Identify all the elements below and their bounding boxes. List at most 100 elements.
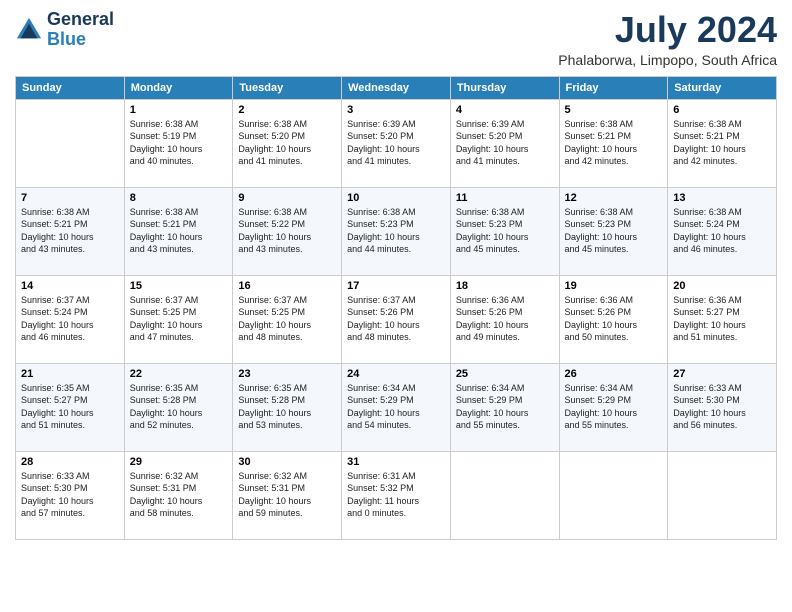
day-info: Sunrise: 6:38 AM Sunset: 5:21 PM Dayligh… — [565, 118, 663, 168]
day-info: Sunrise: 6:32 AM Sunset: 5:31 PM Dayligh… — [130, 470, 228, 520]
calendar-cell: 15 Sunrise: 6:37 AM Sunset: 5:25 PM Dayli… — [124, 275, 233, 363]
day-info: Sunrise: 6:38 AM Sunset: 5:22 PM Dayligh… — [238, 206, 336, 256]
day-number: 9 — [238, 192, 336, 204]
calendar-cell: 5 Sunrise: 6:38 AM Sunset: 5:21 PM Daylig… — [559, 99, 668, 187]
day-number: 4 — [456, 104, 554, 116]
title-block: July 2024 Phalaborwa, Limpopo, South Afr… — [558, 10, 777, 68]
calendar-cell: 29 Sunrise: 6:32 AM Sunset: 5:31 PM Dayli… — [124, 451, 233, 539]
calendar-cell: 2 Sunrise: 6:38 AM Sunset: 5:20 PM Daylig… — [233, 99, 342, 187]
day-info: Sunrise: 6:38 AM Sunset: 5:24 PM Dayligh… — [673, 206, 771, 256]
day-number: 19 — [565, 280, 663, 292]
calendar-cell: 23 Sunrise: 6:35 AM Sunset: 5:28 PM Dayli… — [233, 363, 342, 451]
calendar-cell: 28 Sunrise: 6:33 AM Sunset: 5:30 PM Dayli… — [16, 451, 125, 539]
calendar-cell: 14 Sunrise: 6:37 AM Sunset: 5:24 PM Dayli… — [16, 275, 125, 363]
day-info: Sunrise: 6:38 AM Sunset: 5:20 PM Dayligh… — [238, 118, 336, 168]
day-info: Sunrise: 6:38 AM Sunset: 5:21 PM Dayligh… — [21, 206, 119, 256]
calendar-cell: 4 Sunrise: 6:39 AM Sunset: 5:20 PM Daylig… — [450, 99, 559, 187]
day-number: 12 — [565, 192, 663, 204]
day-info: Sunrise: 6:38 AM Sunset: 5:21 PM Dayligh… — [130, 206, 228, 256]
day-number: 23 — [238, 368, 336, 380]
calendar-cell — [559, 451, 668, 539]
day-number: 29 — [130, 456, 228, 468]
day-number: 18 — [456, 280, 554, 292]
day-info: Sunrise: 6:38 AM Sunset: 5:23 PM Dayligh… — [347, 206, 445, 256]
day-info: Sunrise: 6:37 AM Sunset: 5:25 PM Dayligh… — [238, 294, 336, 344]
day-info: Sunrise: 6:38 AM Sunset: 5:21 PM Dayligh… — [673, 118, 771, 168]
calendar-cell: 22 Sunrise: 6:35 AM Sunset: 5:28 PM Dayli… — [124, 363, 233, 451]
logo-icon — [15, 16, 43, 44]
calendar-cell — [16, 99, 125, 187]
day-info: Sunrise: 6:38 AM Sunset: 5:23 PM Dayligh… — [565, 206, 663, 256]
calendar-cell: 11 Sunrise: 6:38 AM Sunset: 5:23 PM Dayli… — [450, 187, 559, 275]
day-number: 30 — [238, 456, 336, 468]
day-info: Sunrise: 6:38 AM Sunset: 5:23 PM Dayligh… — [456, 206, 554, 256]
calendar-cell: 16 Sunrise: 6:37 AM Sunset: 5:25 PM Dayli… — [233, 275, 342, 363]
day-info: Sunrise: 6:31 AM Sunset: 5:32 PM Dayligh… — [347, 470, 445, 520]
logo-text: General Blue — [47, 10, 114, 50]
day-number: 5 — [565, 104, 663, 116]
day-info: Sunrise: 6:37 AM Sunset: 5:25 PM Dayligh… — [130, 294, 228, 344]
weekday-header-saturday: Saturday — [668, 76, 777, 99]
weekday-header-sunday: Sunday — [16, 76, 125, 99]
day-number: 11 — [456, 192, 554, 204]
calendar-cell — [450, 451, 559, 539]
calendar-cell — [668, 451, 777, 539]
logo: General Blue — [15, 10, 114, 50]
location: Phalaborwa, Limpopo, South Africa — [558, 52, 777, 68]
day-info: Sunrise: 6:32 AM Sunset: 5:31 PM Dayligh… — [238, 470, 336, 520]
calendar-cell: 8 Sunrise: 6:38 AM Sunset: 5:21 PM Daylig… — [124, 187, 233, 275]
calendar-cell: 13 Sunrise: 6:38 AM Sunset: 5:24 PM Dayli… — [668, 187, 777, 275]
calendar-cell: 20 Sunrise: 6:36 AM Sunset: 5:27 PM Dayli… — [668, 275, 777, 363]
day-info: Sunrise: 6:39 AM Sunset: 5:20 PM Dayligh… — [347, 118, 445, 168]
weekday-header-monday: Monday — [124, 76, 233, 99]
calendar-cell: 1Sunrise: 6:38 AM Sunset: 5:19 PM Daylig… — [124, 99, 233, 187]
day-info: Sunrise: 6:34 AM Sunset: 5:29 PM Dayligh… — [347, 382, 445, 432]
day-number: 3 — [347, 104, 445, 116]
day-number: 16 — [238, 280, 336, 292]
day-info: Sunrise: 6:35 AM Sunset: 5:28 PM Dayligh… — [130, 382, 228, 432]
day-info: Sunrise: 6:35 AM Sunset: 5:27 PM Dayligh… — [21, 382, 119, 432]
day-info: Sunrise: 6:36 AM Sunset: 5:26 PM Dayligh… — [565, 294, 663, 344]
day-number: 7 — [21, 192, 119, 204]
weekday-header-thursday: Thursday — [450, 76, 559, 99]
day-number: 25 — [456, 368, 554, 380]
day-number: 10 — [347, 192, 445, 204]
calendar-cell: 31 Sunrise: 6:31 AM Sunset: 5:32 PM Dayli… — [342, 451, 451, 539]
day-info: Sunrise: 6:39 AM Sunset: 5:20 PM Dayligh… — [456, 118, 554, 168]
day-info: Sunrise: 6:35 AM Sunset: 5:28 PM Dayligh… — [238, 382, 336, 432]
calendar-cell: 19 Sunrise: 6:36 AM Sunset: 5:26 PM Dayli… — [559, 275, 668, 363]
day-number: 21 — [21, 368, 119, 380]
day-info: Sunrise: 6:38 AM Sunset: 5:19 PM Dayligh… — [130, 118, 228, 168]
calendar-cell: 26Sunrise: 6:34 AM Sunset: 5:29 PM Dayli… — [559, 363, 668, 451]
calendar-cell: 17 Sunrise: 6:37 AM Sunset: 5:26 PM Dayli… — [342, 275, 451, 363]
calendar-cell: 30 Sunrise: 6:32 AM Sunset: 5:31 PM Dayli… — [233, 451, 342, 539]
calendar-cell: 21 Sunrise: 6:35 AM Sunset: 5:27 PM Dayli… — [16, 363, 125, 451]
calendar-cell: 25 Sunrise: 6:34 AM Sunset: 5:29 PM Dayli… — [450, 363, 559, 451]
day-number: 28 — [21, 456, 119, 468]
day-number: 26 — [565, 368, 663, 380]
day-number: 20 — [673, 280, 771, 292]
weekday-header-wednesday: Wednesday — [342, 76, 451, 99]
day-info: Sunrise: 6:36 AM Sunset: 5:26 PM Dayligh… — [456, 294, 554, 344]
day-number: 14 — [21, 280, 119, 292]
calendar-cell: 24 Sunrise: 6:34 AM Sunset: 5:29 PM Dayli… — [342, 363, 451, 451]
day-info: Sunrise: 6:34 AM Sunset: 5:29 PM Dayligh… — [456, 382, 554, 432]
day-number: 31 — [347, 456, 445, 468]
day-info: Sunrise: 6:36 AM Sunset: 5:27 PM Dayligh… — [673, 294, 771, 344]
day-info: Sunrise: 6:33 AM Sunset: 5:30 PM Dayligh… — [21, 470, 119, 520]
calendar-cell: 9 Sunrise: 6:38 AM Sunset: 5:22 PM Daylig… — [233, 187, 342, 275]
day-number: 27 — [673, 368, 771, 380]
day-number: 13 — [673, 192, 771, 204]
day-number: 17 — [347, 280, 445, 292]
calendar-cell: 27Sunrise: 6:33 AM Sunset: 5:30 PM Dayli… — [668, 363, 777, 451]
day-number: 15 — [130, 280, 228, 292]
day-number: 22 — [130, 368, 228, 380]
day-info: Sunrise: 6:37 AM Sunset: 5:24 PM Dayligh… — [21, 294, 119, 344]
day-info: Sunrise: 6:37 AM Sunset: 5:26 PM Dayligh… — [347, 294, 445, 344]
day-number: 8 — [130, 192, 228, 204]
calendar-cell: 10 Sunrise: 6:38 AM Sunset: 5:23 PM Dayli… — [342, 187, 451, 275]
day-number: 2 — [238, 104, 336, 116]
calendar: SundayMondayTuesdayWednesdayThursdayFrid… — [15, 76, 777, 540]
day-number: 24 — [347, 368, 445, 380]
weekday-header-tuesday: Tuesday — [233, 76, 342, 99]
